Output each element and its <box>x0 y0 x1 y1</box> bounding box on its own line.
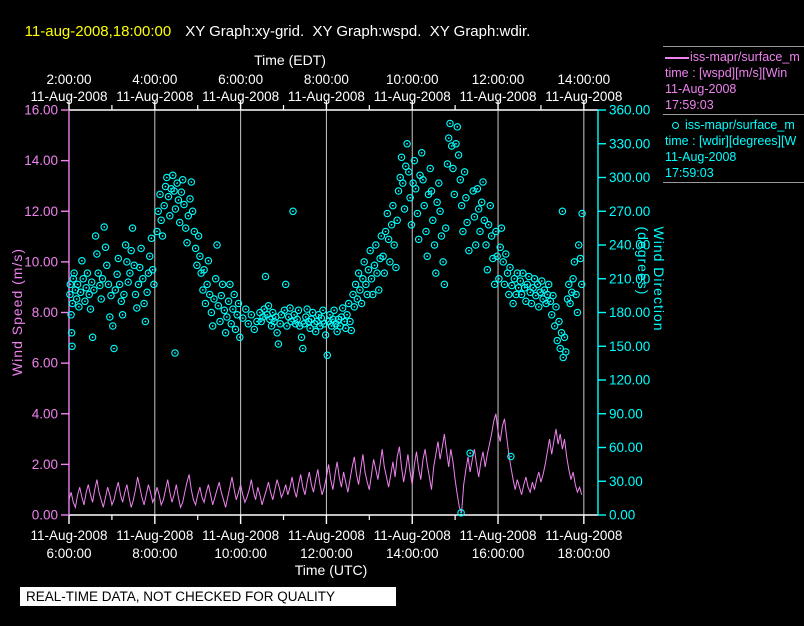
svg-text:11-Aug-2008: 11-Aug-2008 <box>374 528 451 543</box>
svg-text:8:00:00: 8:00:00 <box>304 72 349 87</box>
svg-text:12:00:00: 12:00:00 <box>300 546 353 561</box>
svg-text:2:00:00: 2:00:00 <box>46 72 91 87</box>
svg-text:10:00:00: 10:00:00 <box>214 546 267 561</box>
x-axis-bottom: 11-Aug-2008 6:00:00 11-Aug-2008 8:00:00 11-A… <box>30 514 622 561</box>
svg-text:11-Aug-2008: 11-Aug-2008 <box>116 89 193 104</box>
svg-text:14.00: 14.00 <box>24 153 58 168</box>
svg-text:6:00:00: 6:00:00 <box>218 72 263 87</box>
svg-text:10.00: 10.00 <box>24 254 58 269</box>
svg-text:11-Aug-2008: 11-Aug-2008 <box>545 528 622 543</box>
title-graph-names: XY Graph:xy-grid. XY Graph:wspd. XY Grap… <box>185 23 531 40</box>
svg-text:4.00: 4.00 <box>32 406 58 421</box>
gridlines <box>154 110 585 515</box>
svg-text:11-Aug-2008: 11-Aug-2008 <box>202 528 279 543</box>
svg-text:16:00:00: 16:00:00 <box>472 546 525 561</box>
svg-text:4:00:00: 4:00:00 <box>132 72 177 87</box>
svg-text:330.00: 330.00 <box>609 136 650 151</box>
realtime-data-banner: REAL-TIME DATA, NOT CHECKED FOR QUALITY <box>20 587 396 606</box>
svg-text:11-Aug-2008: 11-Aug-2008 <box>460 528 537 543</box>
svg-text:30.00: 30.00 <box>609 474 643 489</box>
legend-series-time: 17:59:03 <box>665 166 714 180</box>
svg-text:10:00:00: 10:00:00 <box>386 72 439 87</box>
y-axis-left: 16.00 14.00 12.00 10.00 8.00 6.00 4.00 2.00 0.00 <box>24 103 70 523</box>
titlebar: 11-aug-2008,18:00:00 XY Graph:xy-grid. XY… <box>8 6 531 57</box>
svg-text:12:00:00: 12:00:00 <box>472 72 525 87</box>
legend-panel: iss-mapr/surface_m time : [wspd][m/s][Wi… <box>663 46 804 183</box>
right-axis-title: Wind Direction (degrees) <box>635 226 667 332</box>
svg-text:360.00: 360.00 <box>609 103 650 118</box>
svg-text:11-Aug-2008: 11-Aug-2008 <box>374 89 451 104</box>
x-axis-top: 2:00:00 11-Aug-2008 4:00:00 11-Aug-2008 6:00… <box>30 72 622 111</box>
svg-text:0.00: 0.00 <box>32 508 58 523</box>
svg-text:6:00:00: 6:00:00 <box>46 546 91 561</box>
svg-text:14:00:00: 14:00:00 <box>558 72 611 87</box>
app-window: 2:00:00 11-Aug-2008 4:00:00 11-Aug-2008 6:00… <box>0 0 804 626</box>
wspd-line-series <box>68 413 583 513</box>
svg-text:18:00:00: 18:00:00 <box>558 546 611 561</box>
legend-entry-wdir: iss-mapr/surface_m time : [wdir][degrees… <box>663 114 804 183</box>
legend-series-meta: time : [wspd][m/s][Win <box>665 66 788 80</box>
legend-series-date: 11-Aug-2008 <box>665 82 737 96</box>
line-marker-icon <box>665 56 689 59</box>
svg-text:11-Aug-2008: 11-Aug-2008 <box>116 528 193 543</box>
svg-text:8:00:00: 8:00:00 <box>132 546 177 561</box>
legend-series-date: 11-Aug-2008 <box>665 150 737 164</box>
svg-text:6.00: 6.00 <box>32 356 58 371</box>
legend-series-name: iss-mapr/surface_m <box>690 50 800 64</box>
svg-text:8.00: 8.00 <box>32 305 58 320</box>
svg-text:2.00: 2.00 <box>32 457 58 472</box>
svg-text:300.00: 300.00 <box>609 170 650 185</box>
svg-text:11-Aug-2008: 11-Aug-2008 <box>288 89 365 104</box>
circle-marker-icon <box>672 122 679 130</box>
svg-text:11-Aug-2008: 11-Aug-2008 <box>460 89 537 104</box>
top-axis-title: Time (EDT) <box>254 52 326 68</box>
svg-text:11-Aug-2008: 11-Aug-2008 <box>202 89 279 104</box>
legend-series-meta: time : [wdir][degrees][W <box>665 134 797 148</box>
bottom-axis-title: Time (UTC) <box>294 562 368 578</box>
svg-text:90.00: 90.00 <box>609 406 643 421</box>
svg-text:16.00: 16.00 <box>24 103 58 118</box>
legend-series-time: 17:59:03 <box>665 98 714 112</box>
svg-text:0.00: 0.00 <box>609 508 635 523</box>
svg-text:270.00: 270.00 <box>609 204 650 219</box>
legend-entry-wspd: iss-mapr/surface_m time : [wspd][m/s][Wi… <box>663 46 804 114</box>
svg-text:60.00: 60.00 <box>609 440 643 455</box>
svg-text:11-Aug-2008: 11-Aug-2008 <box>30 528 107 543</box>
svg-text:12.00: 12.00 <box>24 204 58 219</box>
left-axis-title: Wind Speed (m/s) <box>9 247 25 377</box>
title-timestamp: 11-aug-2008,18:00:00 <box>24 23 172 40</box>
legend-series-name: iss-mapr/surface_m <box>685 118 795 132</box>
svg-text:14:00:00: 14:00:00 <box>386 546 439 561</box>
svg-text:11-Aug-2008: 11-Aug-2008 <box>288 528 365 543</box>
